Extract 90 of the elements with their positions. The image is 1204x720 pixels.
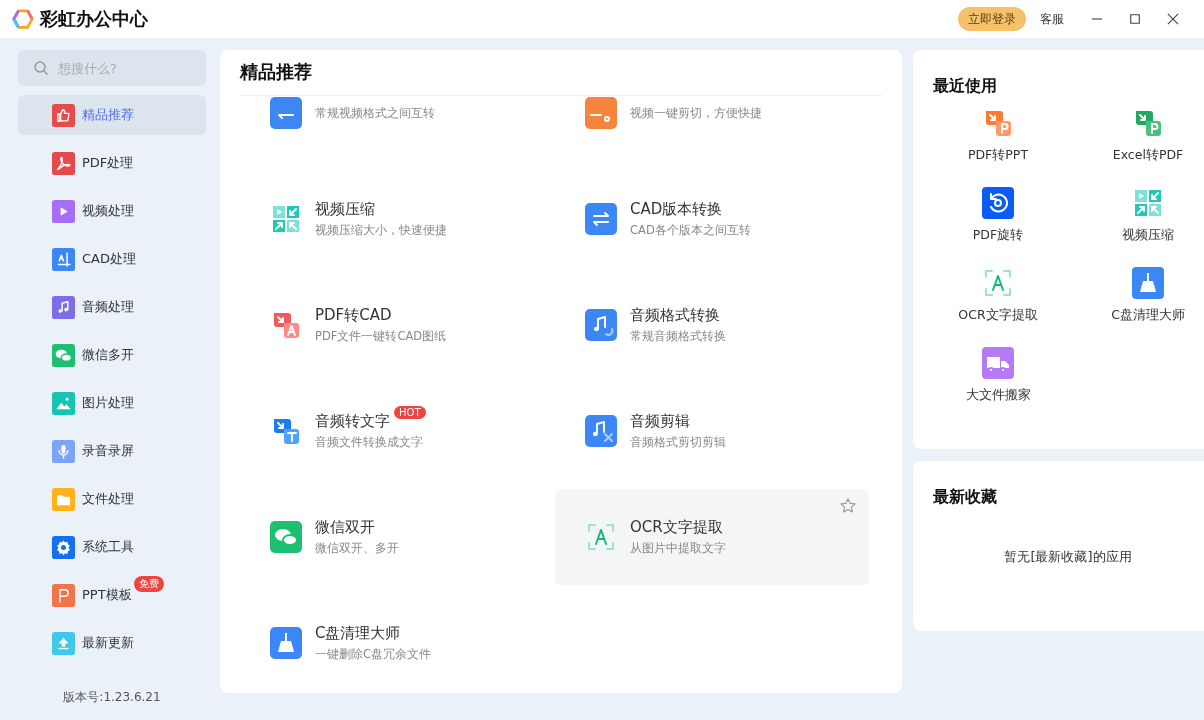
music-note-icon: [52, 295, 75, 319]
tool-title: C盘清理大师: [315, 624, 401, 643]
sidebar-item[interactable]: 视频处理: [18, 191, 206, 231]
recent-app[interactable]: 大文件搬家: [923, 347, 1073, 415]
tool-description: 一键删除C盘冗余文件: [315, 647, 432, 662]
sidebar-item[interactable]: 系统工具: [18, 527, 206, 567]
tool-card[interactable]: 常规视频格式之间互转: [240, 96, 554, 161]
tool-card[interactable]: OCR文字提取 从图片中提取文字: [555, 489, 869, 585]
sidebar-item[interactable]: PPT模板 免费: [18, 575, 206, 615]
sidebar-item[interactable]: 图片处理: [18, 383, 206, 423]
microphone-icon: [52, 439, 75, 463]
slides-icon: [52, 583, 75, 607]
tool-card[interactable]: 音频剪辑 音频格式剪切剪辑: [555, 383, 869, 479]
tool-title: 音频转文字: [315, 412, 390, 431]
settings-icon: [52, 535, 75, 559]
tool-title: 微信双开: [315, 518, 375, 537]
search-field[interactable]: 想搜什么?: [18, 50, 206, 86]
sidebar-item[interactable]: 音频处理: [18, 287, 206, 327]
maximize-icon[interactable]: [1129, 13, 1141, 25]
sidebar-item[interactable]: 录音录屏: [18, 431, 206, 471]
truck-icon: [982, 347, 1014, 379]
version-label: 版本号:1.23.6.21: [62, 689, 162, 706]
recent-app[interactable]: PDF旋转: [923, 187, 1073, 255]
tool-card[interactable]: C盘清理大师 一键删除C盘冗余文件: [240, 595, 554, 691]
swap-icon: [585, 203, 617, 235]
thumbs-up-icon: [52, 103, 75, 127]
tool-description: 从图片中提取文字: [630, 541, 726, 556]
tool-description: 音频格式剪切剪辑: [630, 435, 726, 450]
tool-description: CAD各个版本之间互转: [630, 223, 751, 238]
section-title: 精品推荐: [240, 50, 882, 96]
logo-icon: [12, 8, 34, 30]
close-icon[interactable]: [1167, 13, 1179, 25]
broom-icon: [270, 627, 302, 659]
tool-card[interactable]: 音频格式转换 常规音频格式转换: [555, 277, 869, 373]
recent-app[interactable]: PDF转PPT: [923, 107, 1073, 175]
broom-icon: [1132, 267, 1164, 299]
music-note-icon: [585, 309, 617, 341]
convert-icon: [270, 97, 302, 129]
compress-icon: [1132, 187, 1164, 219]
sidebar-item[interactable]: 最新更新: [18, 623, 206, 663]
pdf-icon: [52, 151, 75, 175]
star-icon[interactable]: [839, 497, 857, 515]
recent-app[interactable]: OCR文字提取: [923, 267, 1073, 335]
tool-description: 音频文件转换成文字: [315, 435, 424, 450]
tool-title: PDF转CAD: [315, 306, 392, 325]
tool-card[interactable]: 视频压缩 视频压缩大小，快速便捷: [240, 171, 554, 267]
drafting-icon: [52, 247, 75, 271]
text-scan-icon: [982, 267, 1014, 299]
panel-title: 最新收藏: [933, 486, 998, 508]
sidebar-item[interactable]: 微信多开: [18, 335, 206, 375]
free-badge: 免费: [133, 576, 164, 592]
tool-description: 视频一键剪切，方便快捷: [630, 105, 762, 121]
sidebar-item[interactable]: PDF处理: [18, 143, 206, 183]
tool-card[interactable]: 微信双开 微信双开、多开: [240, 489, 554, 585]
sidebar-item[interactable]: CAD处理: [18, 239, 206, 279]
tool-description: 常规音频格式转换: [630, 329, 726, 344]
play-icon: [52, 199, 75, 223]
panel-title: 最近使用: [933, 75, 998, 97]
folder-icon: [52, 487, 75, 511]
tool-description: 微信双开、多开: [315, 541, 399, 556]
chat-bubbles-icon: [270, 521, 302, 553]
text-scan-icon: [585, 521, 617, 553]
image-icon: [52, 391, 75, 415]
recent-app[interactable]: C盘清理大师: [1073, 267, 1204, 335]
tool-title: 视频压缩: [315, 200, 375, 219]
tool-card[interactable]: 视频一键剪切，方便快捷: [555, 96, 869, 161]
rotate-icon: [982, 187, 1014, 219]
compress-icon: [270, 203, 302, 235]
tool-description: PDF文件一键转CAD图纸: [315, 329, 447, 344]
tool-title: 音频剪辑: [630, 412, 690, 431]
sidebar-item[interactable]: 精品推荐: [18, 95, 206, 135]
tool-title: 音频格式转换: [630, 306, 720, 325]
login-button[interactable]: 立即登录: [958, 7, 1026, 31]
app-title: 彩虹办公中心: [40, 7, 148, 31]
recent-app[interactable]: Excel转PDF: [1073, 107, 1204, 175]
tool-description: 视频压缩大小，快速便捷: [315, 223, 447, 238]
empty-message: 暂无[最新收藏]的应用: [1003, 548, 1133, 566]
tool-card[interactable]: 音频转文字 HOT 音频文件转换成文字: [240, 383, 554, 479]
upload-icon: [52, 631, 75, 655]
chat-bubbles-icon: [52, 343, 75, 367]
tool-card[interactable]: CAD版本转换 CAD各个版本之间互转: [555, 171, 869, 267]
tool-title: CAD版本转换: [630, 200, 723, 219]
tool-description: 常规视频格式之间互转: [315, 105, 435, 121]
hot-badge: HOT: [394, 406, 426, 419]
tool-title: OCR文字提取: [630, 518, 723, 537]
recent-app[interactable]: 视频压缩: [1073, 187, 1204, 255]
sidebar-item[interactable]: 文件处理: [18, 479, 206, 519]
tool-card[interactable]: PDF转CAD PDF文件一键转CAD图纸: [240, 277, 554, 373]
search-icon: [33, 60, 49, 76]
customer-service-link[interactable]: 客服: [1040, 10, 1064, 28]
